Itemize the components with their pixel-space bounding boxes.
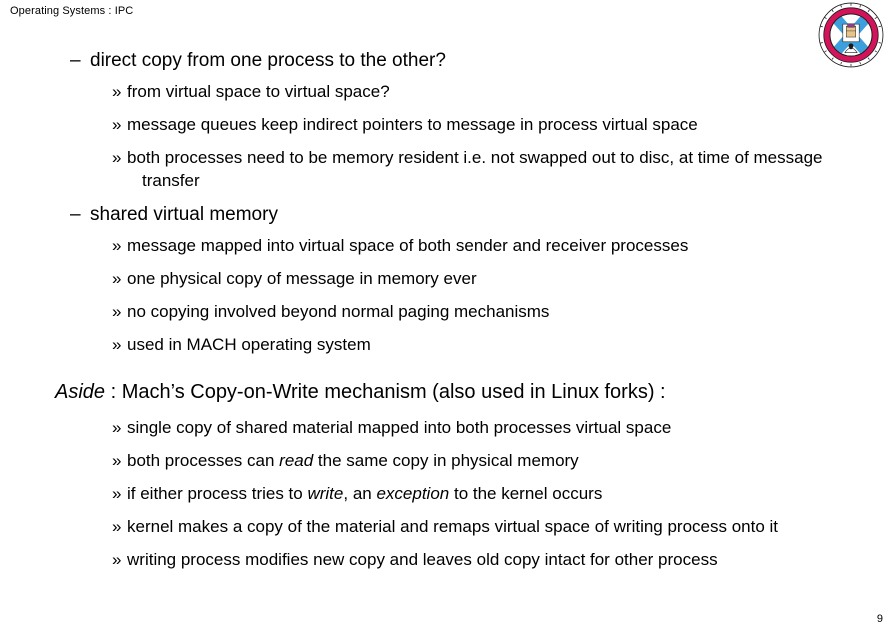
bullet-text: from virtual space to virtual space? — [127, 82, 390, 101]
bullet-text: no copying involved beyond normal paging… — [127, 302, 550, 321]
chevron-bullet-icon: » — [112, 236, 122, 255]
text-pre: single copy of shared material mapped in… — [127, 418, 672, 437]
bullet-text: one physical copy of message in memory e… — [127, 269, 477, 288]
bullet-text: both processes need to be memory residen… — [127, 148, 823, 190]
bullet-level2: » writing process modifies new copy and … — [0, 548, 891, 571]
text-pre: kernel makes a copy of the material and … — [127, 517, 779, 536]
bullet-text: single copy of shared material mapped in… — [112, 416, 861, 439]
slide-body: – direct copy from one process to the ot… — [0, 48, 891, 581]
text-mid: , an — [343, 484, 377, 503]
page-number: 9 — [876, 613, 883, 625]
bullet-text: writing process modifies new copy and le… — [112, 548, 881, 571]
text-pre: if either process tries to — [127, 484, 308, 503]
bullet-level2: » both processes can read the same copy … — [0, 449, 891, 472]
slide-header-title: Operating Systems : IPC — [10, 5, 134, 17]
chevron-bullet-icon: » — [112, 418, 122, 437]
bullet-level2: » kernel makes a copy of the material an… — [0, 515, 891, 538]
text-post: to the kernel occurs — [449, 484, 603, 503]
chevron-bullet-icon: » — [112, 517, 122, 536]
emphasis-read: read — [279, 451, 314, 470]
bullet-level2: » one physical copy of message in memory… — [0, 267, 891, 290]
bullet-text: used in MACH operating system — [127, 335, 371, 354]
bullet-text: if either process tries to write, an exc… — [112, 482, 861, 505]
aside-rest: : Mach’s Copy-on-Write mechanism (also u… — [105, 381, 666, 403]
bullet-text: direct copy from one process to the othe… — [90, 50, 446, 71]
emphasis-write: write — [307, 484, 344, 503]
text-post: the same copy in physical memory — [313, 451, 579, 470]
chevron-bullet-icon: » — [112, 82, 122, 101]
bullet-text: both processes can read the same copy in… — [112, 449, 861, 472]
bullet-text: message queues keep indirect pointers to… — [127, 115, 698, 134]
chevron-bullet-icon: » — [112, 148, 122, 167]
bullet-level2: » single copy of shared material mapped … — [0, 416, 891, 439]
chevron-bullet-icon: » — [112, 302, 122, 321]
chevron-bullet-icon: » — [112, 115, 122, 134]
text-pre: writing process modifies new copy and le… — [127, 550, 718, 569]
bullet-text: shared virtual memory — [90, 204, 278, 225]
chevron-bullet-icon: » — [112, 484, 122, 503]
chevron-bullet-icon: » — [112, 550, 122, 569]
bullet-level1: – shared virtual memory — [0, 202, 891, 228]
bullet-text: message mapped into virtual space of bot… — [127, 236, 689, 255]
dash-bullet-icon: – — [70, 204, 81, 225]
bullet-level2: » no copying involved beyond normal pagi… — [0, 300, 891, 323]
bullet-level2: » from virtual space to virtual space? — [0, 80, 891, 103]
chevron-bullet-icon: » — [112, 451, 122, 470]
aside-emphasis: Aside — [55, 381, 106, 403]
emphasis-exception: exception — [376, 484, 450, 503]
bullet-level2: » if either process tries to write, an e… — [0, 482, 891, 505]
bullet-text: kernel makes a copy of the material and … — [127, 515, 796, 538]
bullet-level2: » used in MACH operating system — [0, 333, 891, 356]
text-pre: both processes can — [127, 451, 280, 470]
aside-heading: Aside : Mach’s Copy-on-Write mechanism (… — [0, 378, 891, 406]
chevron-bullet-icon: » — [112, 269, 122, 288]
bullet-level1: – direct copy from one process to the ot… — [0, 48, 891, 74]
dash-bullet-icon: – — [70, 50, 81, 71]
bullet-level2: » both processes need to be memory resid… — [0, 146, 891, 192]
bullet-level2: » message mapped into virtual space of b… — [0, 234, 891, 257]
chevron-bullet-icon: » — [112, 335, 122, 354]
bullet-level2: » message queues keep indirect pointers … — [0, 113, 891, 136]
